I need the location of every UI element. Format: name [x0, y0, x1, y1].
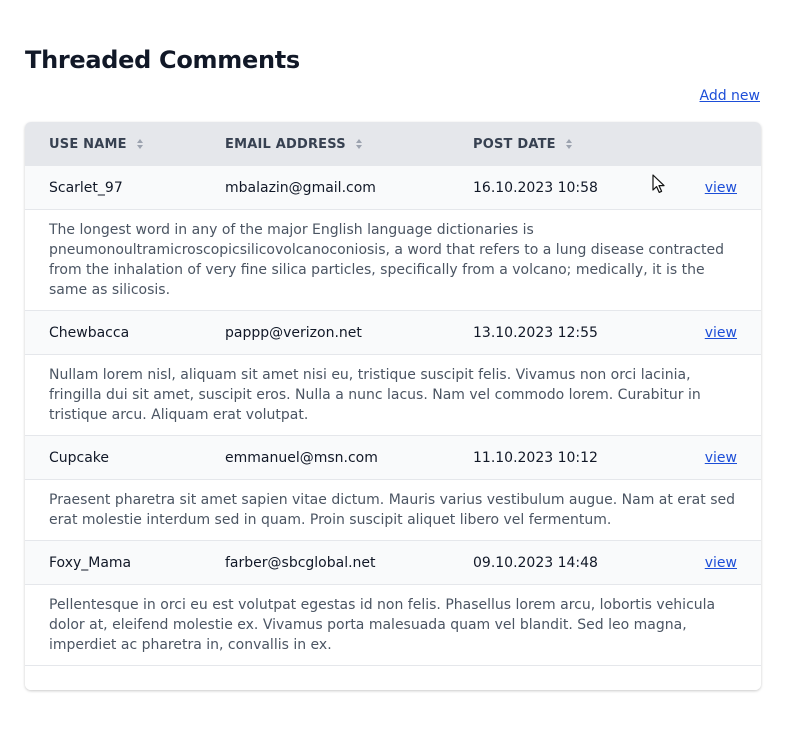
table-row: Cupcake emmanuel@msn.com 11.10.2023 10:1…	[25, 436, 761, 480]
header-user-name[interactable]: USE NAME	[49, 122, 143, 166]
header-post-date[interactable]: POST DATE	[473, 122, 572, 166]
comment-body: Praesent pharetra sit amet sapien vitae …	[25, 480, 761, 541]
row-user-name: Foxy_Mama	[49, 555, 132, 571]
row-user-name: Cupcake	[49, 450, 110, 466]
table-row: Foxy_Mama farber@sbcglobal.net 09.10.202…	[25, 541, 761, 585]
comment-body: Nullam lorem nisl, aliquam sit amet nisi…	[25, 355, 761, 436]
sort-icon[interactable]	[136, 139, 143, 149]
table-row: Chewbacca pappp@verizon.net 13.10.2023 1…	[25, 311, 761, 355]
mouse-pointer-icon	[652, 174, 665, 193]
table-footer	[25, 666, 761, 690]
row-user-name: Scarlet_97	[49, 180, 123, 196]
sort-icon[interactable]	[565, 139, 572, 149]
row-post-date: 13.10.2023 12:55	[473, 325, 598, 341]
table-header: USE NAME EMAIL ADDRESS POST DATE	[25, 122, 761, 166]
header-email-address[interactable]: EMAIL ADDRESS	[225, 122, 362, 166]
page-title: Threaded Comments	[25, 46, 300, 74]
comment-body: Pellentesque in orci eu est volutpat ege…	[25, 585, 761, 666]
add-new-link[interactable]: Add new	[700, 88, 761, 104]
comments-table: USE NAME EMAIL ADDRESS POST DATE Scarlet…	[25, 122, 761, 690]
view-link[interactable]: view	[705, 311, 737, 355]
row-user-name: Chewbacca	[49, 325, 130, 341]
header-email-address-label: EMAIL ADDRESS	[225, 136, 346, 152]
comment-body: The longest word in any of the major Eng…	[25, 210, 761, 311]
row-post-date: 09.10.2023 14:48	[473, 555, 598, 571]
row-email: farber@sbcglobal.net	[225, 555, 376, 571]
row-post-date: 16.10.2023 10:58	[473, 180, 598, 196]
header-user-name-label: USE NAME	[49, 136, 127, 152]
row-email: pappp@verizon.net	[225, 325, 362, 341]
view-link[interactable]: view	[705, 166, 737, 210]
header-post-date-label: POST DATE	[473, 136, 556, 152]
row-email: mbalazin@gmail.com	[225, 180, 376, 196]
row-email: emmanuel@msn.com	[225, 450, 378, 466]
row-post-date: 11.10.2023 10:12	[473, 450, 598, 466]
view-link[interactable]: view	[705, 541, 737, 585]
sort-icon[interactable]	[355, 139, 362, 149]
table-row: Scarlet_97 mbalazin@gmail.com 16.10.2023…	[25, 166, 761, 210]
view-link[interactable]: view	[705, 436, 737, 480]
